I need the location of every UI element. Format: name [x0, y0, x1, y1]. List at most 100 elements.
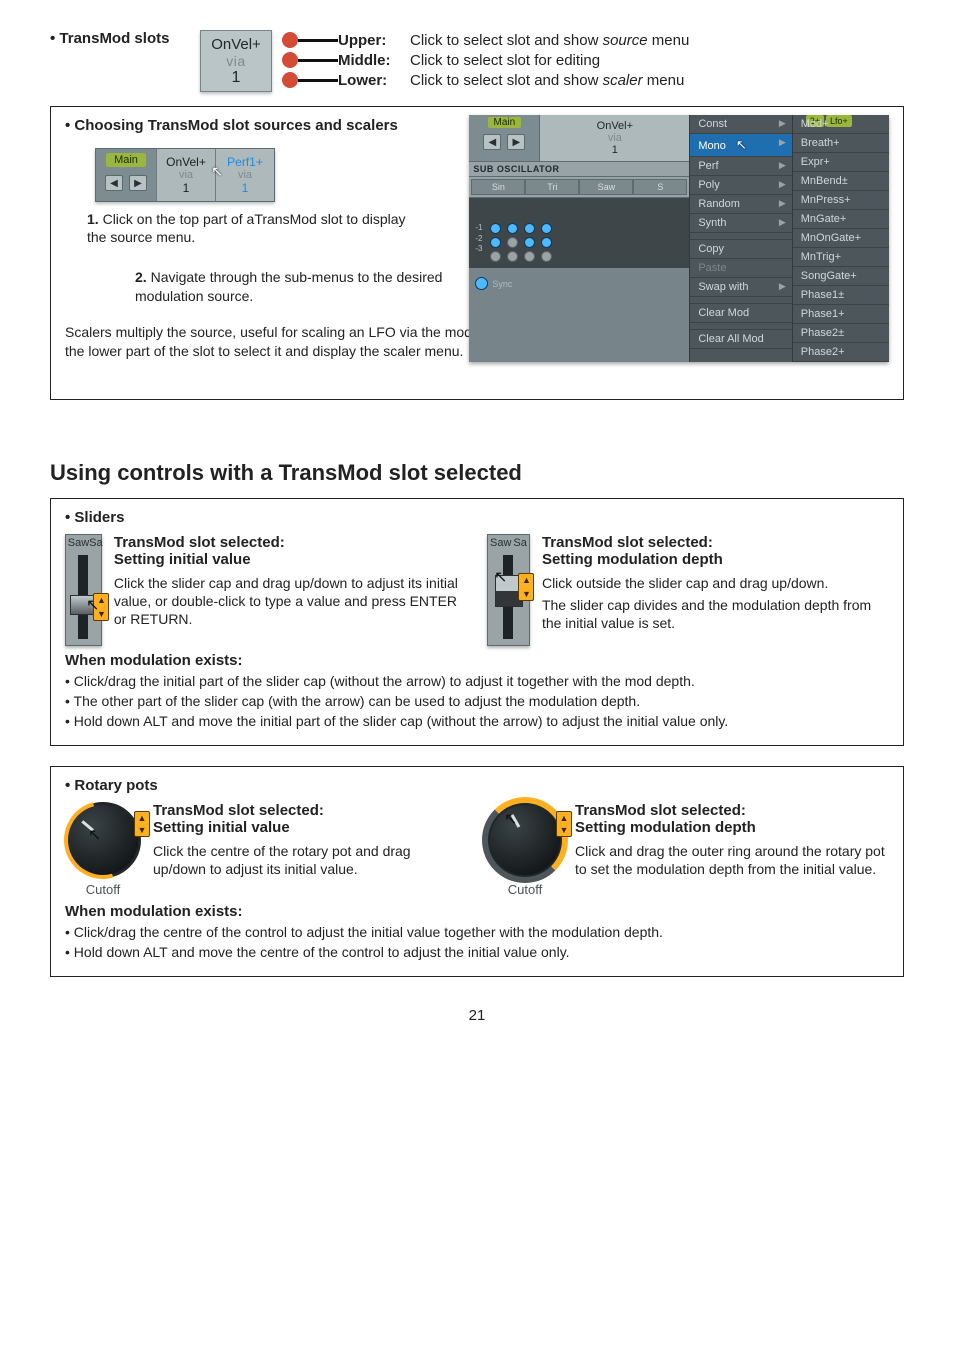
- mini-ui-illustration: Main ◀ ▶ OnVel+ via 1 ↖ Perf1+ via 1: [95, 148, 275, 202]
- context-menu-illustration: Main ◀ ▶ OnVel+ via 1 SUB OSCILLATOR Sin…: [469, 115, 889, 362]
- when-list-item: Click/drag the initial part of the slide…: [65, 673, 889, 689]
- slot-upper-text: OnVel+: [211, 36, 261, 53]
- menu-item[interactable]: Expr+: [793, 153, 889, 172]
- sync-label: Sync: [492, 279, 512, 289]
- when-list-item: Hold down ALT and move the centre of the…: [65, 944, 889, 960]
- when-list-item: Click/drag the centre of the control to …: [65, 924, 889, 940]
- slider-right-heading: TransMod slot selected: Setting modulati…: [542, 534, 889, 568]
- slider-moddepth-illustration: Saw Sa ▲▼ ↖: [487, 534, 530, 646]
- osc-octave-label: -2: [475, 234, 482, 243]
- slot2-via[interactable]: via: [238, 169, 252, 181]
- slot1-number[interactable]: 1: [183, 181, 190, 195]
- slider-lbl-r: Sa: [89, 537, 102, 549]
- legend-upper-text: Click to select slot and show source men…: [410, 32, 689, 49]
- callout-dot-icon: [282, 52, 298, 68]
- when-list-item: Hold down ALT and move the initial part …: [65, 713, 889, 729]
- legend-upper-label: Upper:: [338, 32, 398, 49]
- pot-moddepth-illustration: ▲▼ ↖ Cutoff: [487, 802, 563, 897]
- cursor-icon: ↖: [86, 595, 99, 615]
- slot-lower-text: 1: [232, 69, 241, 87]
- pot-left-heading: TransMod slot selected: Setting initial …: [153, 802, 467, 836]
- menu-item[interactable]: Copy: [690, 240, 791, 259]
- cursor-icon: ↖: [211, 163, 223, 180]
- menu-item[interactable]: Swap with: [690, 278, 791, 297]
- pot-left-body: Click the centre of the rotary pot and d…: [153, 842, 467, 878]
- pot-initial-illustration: ▲▼ ↖ Cutoff: [65, 802, 141, 897]
- callout-line: [298, 39, 338, 42]
- menu-item[interactable]: Random: [690, 195, 791, 214]
- menu-item[interactable]: Phase2+: [793, 343, 889, 362]
- menu-item[interactable]: Perf: [690, 157, 791, 176]
- page-number: 21: [50, 1007, 904, 1024]
- step2-number: 2.: [135, 269, 147, 285]
- when-list-item: The other part of the slider cap (with t…: [65, 693, 889, 709]
- next-arrow-icon[interactable]: ▶: [129, 175, 147, 191]
- menu-item[interactable]: Clear All Mod: [690, 330, 791, 349]
- prev-arrow-icon[interactable]: ◀: [105, 175, 123, 191]
- menu-prev-arrow[interactable]: ◀: [483, 134, 501, 150]
- wave-button[interactable]: Saw: [579, 179, 633, 195]
- wave-button[interactable]: S: [633, 179, 687, 195]
- transmod-slot-illustration: OnVel+ via 1: [200, 30, 272, 92]
- menu-item[interactable]: Synth: [690, 214, 791, 233]
- pots-title: Rotary pots: [65, 777, 889, 794]
- menu-slot-via: via: [608, 132, 622, 144]
- pot-right-heading: TransMod slot selected: Setting modulati…: [575, 802, 889, 836]
- menu-item[interactable]: Breath+: [793, 134, 889, 153]
- menu-item[interactable]: Paste: [690, 259, 791, 278]
- menu-slot-number: 1: [612, 144, 618, 156]
- menu-item[interactable]: Phase1±: [793, 286, 889, 305]
- slider-left-body: Click the slider cap and drag up/down to…: [114, 574, 467, 629]
- menu-item[interactable]: MnBend±: [793, 172, 889, 191]
- slot1-source[interactable]: OnVel+: [166, 155, 206, 169]
- cursor-icon: ↖: [736, 137, 747, 152]
- slot2-source[interactable]: Perf1+: [227, 155, 263, 169]
- menu-item[interactable]: Poly: [690, 176, 791, 195]
- menu-item[interactable]: MnOnGate+: [793, 229, 889, 248]
- menu-next-arrow[interactable]: ▶: [507, 134, 525, 150]
- sliders-title: Sliders: [65, 509, 889, 526]
- pots-when-heading: When modulation exists:: [65, 903, 889, 920]
- menu-item[interactable]: Const: [690, 115, 791, 134]
- wave-button[interactable]: Sin: [471, 179, 525, 195]
- cursor-icon: ↖: [494, 567, 507, 587]
- slot-middle-text: via: [226, 53, 245, 69]
- wave-button[interactable]: Tri: [525, 179, 579, 195]
- step1-number: 1.: [87, 211, 99, 227]
- menu-item[interactable]: MnTrig+: [793, 248, 889, 267]
- slot2-number[interactable]: 1: [242, 181, 249, 195]
- step1-text: Click on the top part of aTransMod slot …: [87, 211, 406, 245]
- section-heading: Using controls with a TransMod slot sele…: [50, 460, 904, 486]
- menu-item[interactable]: Mono↖: [690, 134, 791, 157]
- menu-item[interactable]: Phase1+: [793, 305, 889, 324]
- slider-lbl-r: Sa: [513, 537, 526, 549]
- legend-lower-label: Lower:: [338, 72, 398, 89]
- osc-octave-label: -1: [475, 223, 482, 232]
- menu-item[interactable]: Phase2±: [793, 324, 889, 343]
- sync-indicator: [475, 277, 488, 290]
- menu-item[interactable]: Mod+: [793, 115, 889, 134]
- callout-line: [298, 79, 338, 82]
- menu-item[interactable]: Clear Mod: [690, 304, 791, 323]
- pot-label: Cutoff: [86, 882, 120, 897]
- slider-lbl-l: Saw: [68, 537, 89, 549]
- callout-line: [298, 59, 338, 62]
- pot-right-body: Click and drag the outer ring around the…: [575, 842, 889, 878]
- menu-item[interactable]: MnGate+: [793, 210, 889, 229]
- sliders-when-heading: When modulation exists:: [65, 652, 889, 669]
- menu-slot-source: OnVel+: [597, 120, 633, 132]
- cursor-icon: ↖: [504, 809, 517, 829]
- slider-right-body1: Click outside the slider cap and drag up…: [542, 574, 889, 592]
- cursor-icon: ↖: [88, 825, 101, 845]
- legend-lower-text: Click to select slot and show scaler men…: [410, 72, 684, 89]
- callout-dot-icon: [282, 72, 298, 88]
- slot1-via[interactable]: via: [179, 169, 193, 181]
- step2-text: Navigate through the sub-menus to the de…: [135, 269, 442, 303]
- menu-item[interactable]: SongGate+: [793, 267, 889, 286]
- slider-right-body2: The slider cap divides and the modulatio…: [542, 596, 889, 632]
- sub-osc-label: SUB OSCILLATOR: [469, 161, 689, 177]
- legend-middle-text: Click to select slot for editing: [410, 52, 600, 69]
- osc-octave-label: -3: [475, 244, 482, 253]
- callout-dot-icon: [282, 32, 298, 48]
- menu-item[interactable]: MnPress+: [793, 191, 889, 210]
